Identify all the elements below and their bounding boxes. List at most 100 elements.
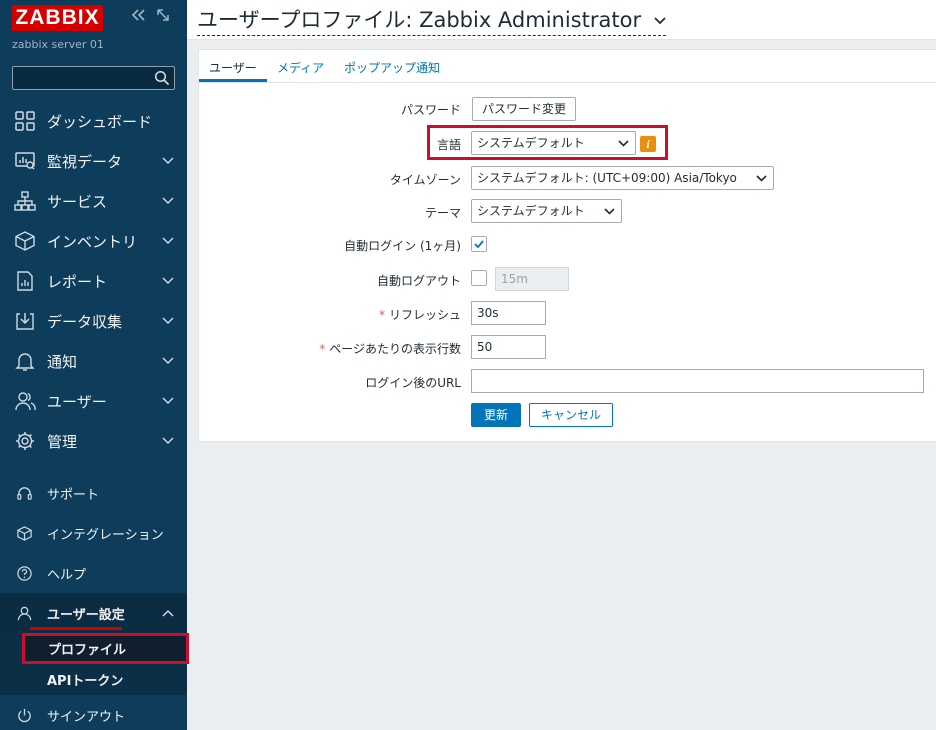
timezone-label: タイムゾーン <box>389 173 461 187</box>
tab-user[interactable]: ユーザー <box>209 59 257 76</box>
inventory-icon <box>15 231 35 251</box>
nav-label: レポート <box>47 272 108 291</box>
timezone-select[interactable]: システムデフォルト: (UTC+09:00) Asia/Tokyo <box>471 166 774 190</box>
checkmark-icon <box>474 240 484 249</box>
nav-label: ダッシュボード <box>47 112 153 131</box>
nav-administration[interactable]: 管理 <box>0 421 187 461</box>
page-header: ユーザープロファイル: Zabbix Administrator <box>187 0 936 40</box>
active-menu-underline <box>30 627 122 630</box>
chevron-down-icon <box>162 357 174 365</box>
bell-icon <box>15 353 35 371</box>
password-label: パスワード <box>400 103 461 117</box>
chevron-down-icon <box>654 17 666 25</box>
dashboard-icon <box>15 111 35 131</box>
theme-value: システムデフォルト <box>477 204 585 218</box>
nav-data-collection[interactable]: データ収集 <box>0 301 187 341</box>
nav-reports[interactable]: レポート <box>0 261 187 301</box>
refresh-label-text: リフレッシュ <box>388 308 461 322</box>
active-tab-underline <box>199 79 267 82</box>
theme-select[interactable]: システムデフォルト <box>471 199 622 223</box>
help-icon <box>17 565 32 581</box>
nav-alerts[interactable]: 通知 <box>0 341 187 381</box>
cube-icon <box>17 525 32 541</box>
page-title-text: ユーザープロファイル: Zabbix Administrator <box>197 8 642 32</box>
submenu-profile[interactable]: プロファイル <box>22 633 189 664</box>
sidebar: ZABBIX zabbix server 01 ダッシュボード 監視データ サー… <box>0 0 189 730</box>
highlight-language <box>427 125 668 160</box>
autologin-label: 自動ログイン (1ヶ月) <box>344 239 461 253</box>
url-after-login-input[interactable] <box>471 369 924 393</box>
users-icon <box>15 392 36 411</box>
search-icon[interactable] <box>154 70 170 86</box>
nav-label: ヘルプ <box>47 567 87 583</box>
chevron-down-icon <box>162 197 174 205</box>
chevron-up-icon <box>162 609 174 617</box>
user-icon <box>17 606 32 620</box>
timezone-value: システムデフォルト: (UTC+09:00) Asia/Tokyo <box>477 171 737 185</box>
nav-label: サービス <box>47 192 108 211</box>
rows-per-page-label-text: ページあたりの表示行数 <box>329 342 461 356</box>
nav-users[interactable]: ユーザー <box>0 381 187 421</box>
gear-icon <box>16 432 34 450</box>
update-button[interactable]: 更新 <box>471 403 522 427</box>
reports-icon <box>17 271 33 291</box>
chevron-down-icon <box>162 397 174 405</box>
nav-label: サポート <box>47 487 100 503</box>
nav-monitoring[interactable]: 監視データ <box>0 141 187 181</box>
autologout-label: 自動ログアウト <box>376 274 461 288</box>
user-settings-submenu: プロファイル APIトークン <box>0 633 189 695</box>
nav-sign-out[interactable]: サインアウト <box>0 695 187 730</box>
refresh-input[interactable]: 30s <box>471 301 546 325</box>
chevron-down-icon <box>162 317 174 325</box>
zabbix-logo[interactable]: ZABBIX <box>12 5 103 31</box>
headset-icon <box>17 486 32 500</box>
collapse-sidebar-icon[interactable] <box>131 8 147 26</box>
required-mark: * <box>378 308 385 322</box>
autologout-input: 15m <box>495 267 569 291</box>
nav-services[interactable]: サービス <box>0 181 187 221</box>
nav-label: インテグレーション <box>47 527 164 543</box>
nav-integrations[interactable]: インテグレーション <box>0 513 187 553</box>
theme-label: テーマ <box>424 206 461 220</box>
url-after-login-label: ログイン後のURL <box>365 376 461 390</box>
chevron-down-icon <box>604 208 615 215</box>
page-title[interactable]: ユーザープロファイル: Zabbix Administrator <box>197 4 666 36</box>
data-collection-icon <box>16 313 34 330</box>
change-password-button[interactable]: パスワード変更 <box>472 97 577 121</box>
nav-label: 管理 <box>47 432 78 451</box>
chevron-down-icon <box>162 237 174 245</box>
tab-bar: ユーザー メディア ポップアップ通知 <box>199 50 936 83</box>
hide-sidebar-icon[interactable] <box>156 8 170 26</box>
nav-label: インベントリ <box>47 232 138 251</box>
nav-inventory[interactable]: インベントリ <box>0 221 187 261</box>
nav-support[interactable]: サポート <box>0 473 187 513</box>
submenu-label: プロファイル <box>48 643 127 658</box>
nav-label: 監視データ <box>47 152 123 171</box>
nav-label: サインアウト <box>47 709 126 725</box>
chevron-down-icon <box>162 277 174 285</box>
rows-per-page-input[interactable]: 50 <box>471 335 546 359</box>
power-icon <box>18 708 31 722</box>
chevron-down-icon <box>162 157 174 165</box>
nav-label: ユーザー設定 <box>47 607 125 623</box>
refresh-label: * リフレッシュ <box>379 306 461 323</box>
tab-popup-notifications[interactable]: ポップアップ通知 <box>344 59 440 76</box>
nav-label: 通知 <box>47 352 78 371</box>
rows-per-page-label: * ページあたりの表示行数 <box>319 340 461 357</box>
required-mark: * <box>319 342 326 356</box>
chevron-down-icon <box>162 437 174 445</box>
sidebar-search-input[interactable] <box>12 66 175 90</box>
autologout-checkbox[interactable] <box>471 270 487 286</box>
nav-label: データ収集 <box>47 312 123 331</box>
cancel-button[interactable]: キャンセル <box>529 403 614 427</box>
submenu-label: APIトークン <box>47 674 124 689</box>
submenu-api-tokens[interactable]: APIトークン <box>24 664 187 695</box>
chevron-down-icon <box>756 175 767 182</box>
monitoring-icon <box>15 152 35 170</box>
nav-help[interactable]: ヘルプ <box>0 553 187 593</box>
autologin-checkbox[interactable] <box>471 236 487 252</box>
server-name: zabbix server 01 <box>12 38 104 51</box>
nav-label: ユーザー <box>47 392 107 411</box>
tab-media[interactable]: メディア <box>277 59 324 76</box>
nav-dashboard[interactable]: ダッシュボード <box>0 101 187 141</box>
